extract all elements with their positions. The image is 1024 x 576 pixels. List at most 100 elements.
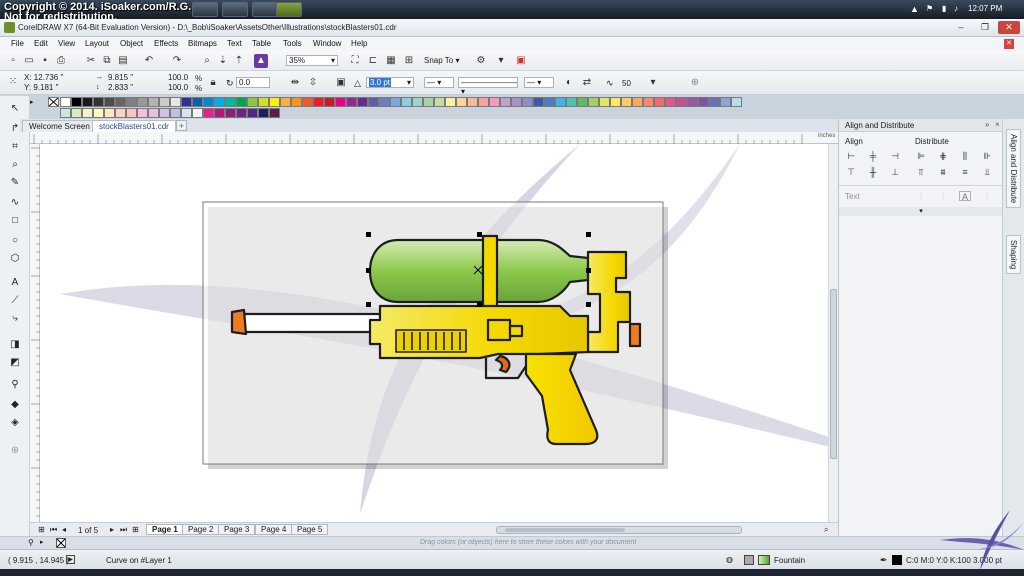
freehand-tool-icon[interactable]: ✎	[7, 176, 23, 190]
mirror-vertical-icon[interactable]: ⇳	[306, 76, 320, 90]
tray-chevron-icon[interactable]: ▲	[910, 4, 919, 14]
color-swatch[interactable]	[60, 108, 71, 118]
color-swatch[interactable]	[82, 108, 93, 118]
group-icon[interactable]: ▣	[334, 76, 348, 90]
add-page-end-icon[interactable]: ⊞	[132, 525, 139, 534]
fill-color-swatch[interactable]	[758, 555, 770, 565]
palette-scroll-left-icon[interactable]: ▸	[30, 98, 34, 106]
color-swatch[interactable]	[137, 97, 148, 107]
color-swatch[interactable]	[720, 97, 731, 107]
rotation-field[interactable]: 0.0	[236, 77, 270, 88]
color-swatch[interactable]	[203, 108, 214, 118]
color-swatch[interactable]	[500, 97, 511, 107]
color-swatch[interactable]	[115, 97, 126, 107]
text-first-line-icon[interactable]: ⫶	[915, 191, 927, 201]
menu-effects[interactable]: Effects	[154, 39, 178, 48]
start-arrowhead-select[interactable]: — ▾	[424, 77, 454, 88]
color-swatch[interactable]	[192, 97, 203, 107]
menu-text[interactable]: Text	[227, 39, 242, 48]
text-tool-icon[interactable]: A	[7, 276, 23, 290]
color-swatch[interactable]	[71, 97, 82, 107]
color-swatch[interactable]	[621, 97, 632, 107]
align-left-icon[interactable]: ⊢	[845, 151, 857, 161]
align-bottom-icon[interactable]: ⊥	[889, 167, 901, 177]
copy-icon[interactable]: ⧉	[100, 54, 114, 68]
add-tool-icon[interactable]: ⊕	[7, 444, 23, 458]
tab-welcome-screen[interactable]: Welcome Screen	[22, 120, 97, 132]
color-eyedropper-icon[interactable]: ⚲	[7, 378, 23, 392]
color-swatch[interactable]	[566, 97, 577, 107]
color-swatch[interactable]	[247, 97, 258, 107]
pick-tool-icon[interactable]: ↖	[7, 102, 23, 116]
lock-ratio-icon[interactable]: 🔒︎	[206, 76, 220, 90]
welcome-screen-icon[interactable]: ▣	[514, 54, 528, 68]
outline-pen-status-icon[interactable]: ✒	[880, 555, 888, 566]
height-field[interactable]: 2.833 "	[106, 83, 158, 94]
color-swatch[interactable]	[522, 97, 533, 107]
smoothing-slider-icon[interactable]: ▾	[646, 76, 660, 90]
color-swatch[interactable]	[346, 97, 357, 107]
document-palette-strip[interactable]: ⚲ ▸ Drag colors (or objects) here to sto…	[0, 536, 1024, 549]
snap-to-dropdown[interactable]: Snap To ▾	[424, 56, 459, 65]
color-swatch[interactable]	[170, 108, 181, 118]
color-swatch[interactable]	[478, 97, 489, 107]
connector-tool-icon[interactable]: ⤷	[7, 312, 23, 326]
drawing-canvas[interactable]	[40, 144, 828, 522]
last-page-icon[interactable]: ⏭	[120, 525, 127, 535]
docker-close-icon[interactable]: ×	[995, 120, 1000, 129]
text-last-line-icon[interactable]: ⫶	[937, 191, 949, 201]
polygon-tool-icon[interactable]: ⬡	[7, 252, 23, 266]
show-rulers-icon[interactable]: ⊏	[366, 54, 380, 68]
color-swatch[interactable]	[313, 97, 324, 107]
color-swatch[interactable]	[126, 97, 137, 107]
align-center-vertical-icon[interactable]: ╫	[867, 167, 879, 177]
tray-flag-icon[interactable]: ⚑	[926, 4, 933, 13]
distribute-center-icon[interactable]: ⋕	[937, 151, 949, 161]
color-swatch[interactable]	[247, 108, 258, 118]
no-fill-swatch[interactable]	[48, 97, 59, 107]
application-launcher-icon[interactable]: ▾	[494, 54, 508, 68]
distribute-left-icon[interactable]: ⊫	[915, 151, 927, 161]
horizontal-scrollbar[interactable]	[496, 526, 742, 534]
text-bounding-box-icon[interactable]: A	[959, 191, 971, 202]
color-swatch[interactable]	[214, 97, 225, 107]
undo-icon[interactable]: ↶	[142, 54, 156, 68]
print-icon[interactable]: ⎙	[54, 54, 68, 68]
color-swatch[interactable]	[544, 97, 555, 107]
color-swatch[interactable]	[280, 97, 291, 107]
color-swatch[interactable]	[60, 97, 71, 107]
previous-page-icon[interactable]: ◂	[62, 525, 66, 534]
color-swatch[interactable]	[511, 97, 522, 107]
color-swatch[interactable]	[126, 108, 137, 118]
options-icon[interactable]: ⚙	[474, 54, 488, 68]
color-swatch[interactable]	[654, 97, 665, 107]
color-swatch[interactable]	[181, 108, 192, 118]
color-swatch[interactable]	[192, 108, 203, 118]
color-swatch[interactable]	[368, 97, 379, 107]
color-swatch[interactable]	[181, 97, 192, 107]
curve-smoothing-value[interactable]: 50	[622, 79, 631, 88]
color-swatch[interactable]	[115, 108, 126, 118]
menu-table[interactable]: Table	[252, 39, 271, 48]
color-swatch[interactable]	[599, 97, 610, 107]
color-swatch[interactable]	[401, 97, 412, 107]
page-tab-2[interactable]: Page 2	[182, 524, 220, 535]
save-icon[interactable]: ▪	[38, 54, 52, 68]
horizontal-scroll-thumb[interactable]	[505, 528, 625, 532]
vertical-scroll-thumb[interactable]	[830, 289, 837, 459]
menu-window[interactable]: Window	[313, 39, 341, 48]
taskbar-clock[interactable]: 12:07 PM	[968, 4, 1002, 13]
tray-volume-icon[interactable]: ♪	[954, 4, 958, 13]
color-swatch[interactable]	[434, 97, 445, 107]
color-swatch[interactable]	[148, 97, 159, 107]
color-swatch[interactable]	[258, 97, 269, 107]
y-position-field[interactable]: Y: 9.181 "	[22, 83, 80, 94]
show-grid-icon[interactable]: ▦	[384, 54, 398, 68]
interactive-fill-icon[interactable]: ◆	[7, 398, 23, 412]
color-swatch[interactable]	[357, 97, 368, 107]
tab-stockblasters[interactable]: stockBlasters01.cdr	[92, 120, 176, 132]
horizontal-ruler[interactable]: inches	[30, 132, 838, 144]
distribute-spacing-icon[interactable]: ⫼	[959, 151, 971, 161]
color-swatch[interactable]	[71, 108, 82, 118]
docker-collapse-toggle[interactable]: ▾	[839, 207, 1003, 216]
